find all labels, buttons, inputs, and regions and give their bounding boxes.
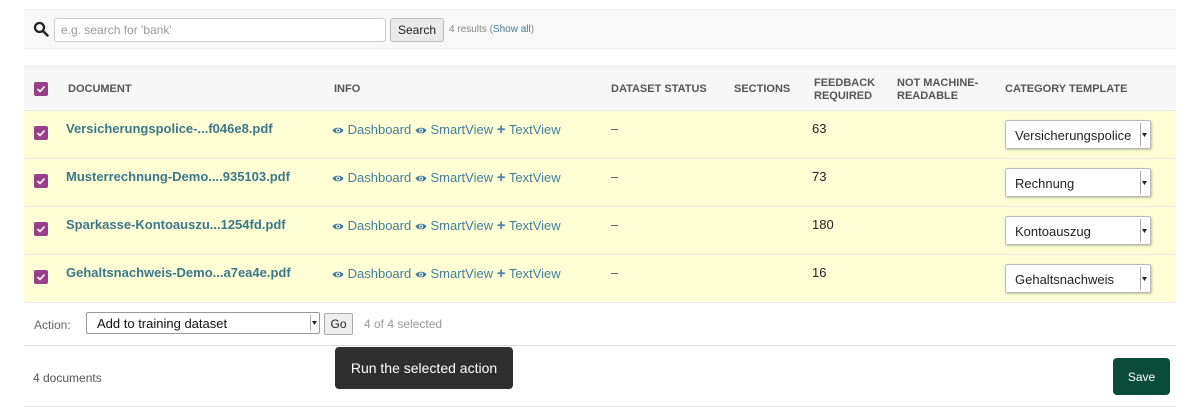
category-template-value: Kontoauszug — [1015, 224, 1091, 239]
row-checkbox[interactable] — [34, 270, 48, 284]
feedback-required-value: 63 — [812, 121, 827, 136]
action-bar: Action: Add to training dataset Go 4 of … — [24, 303, 1176, 345]
save-button[interactable]: Save — [1113, 358, 1170, 395]
category-template-select[interactable]: Versicherungspolice — [1005, 120, 1151, 149]
feedback-required-value: 73 — [812, 169, 827, 184]
row-checkbox[interactable] — [34, 126, 48, 140]
dataset-status: – — [611, 121, 619, 136]
dropdown-arrow-icon — [310, 315, 317, 331]
info-links: Dashboard SmartView + TextView — [332, 121, 561, 138]
dropdown-arrow-icon — [1140, 267, 1148, 290]
category-template-select[interactable]: Kontoauszug — [1005, 216, 1151, 245]
category-template-select[interactable]: Rechnung — [1005, 168, 1151, 197]
smartview-link[interactable]: SmartView — [430, 266, 493, 281]
select-all-checkbox[interactable] — [34, 82, 48, 96]
column-header-info[interactable]: Info — [334, 67, 360, 112]
dropdown-arrow-icon — [1140, 219, 1148, 242]
dashboard-link[interactable]: Dashboard — [348, 266, 412, 281]
eye-icon — [332, 122, 344, 137]
row-checkbox[interactable] — [34, 174, 48, 188]
textview-link[interactable]: TextView — [509, 122, 561, 137]
checkbox-checked-icon — [36, 273, 46, 281]
category-template-select[interactable]: Gehaltsnachweis — [1005, 264, 1151, 293]
column-header-not-machine-readable[interactable]: Not machine-readable — [897, 67, 987, 112]
plus-icon: + — [496, 217, 506, 234]
textview-link[interactable]: TextView — [509, 170, 561, 185]
dataset-status: – — [611, 265, 619, 280]
footer-bar: 4 documents Save — [24, 345, 1176, 407]
feedback-required-value: 16 — [812, 265, 827, 280]
dashboard-link[interactable]: Dashboard — [348, 170, 412, 185]
textview-link[interactable]: TextView — [509, 218, 561, 233]
info-links: Dashboard SmartView + TextView — [332, 217, 561, 234]
eye-icon — [415, 170, 427, 185]
show-all-link[interactable]: Show all — [493, 24, 531, 35]
eye-icon — [332, 266, 344, 281]
dropdown-arrow-icon — [1140, 123, 1148, 146]
checkbox-checked-icon — [36, 177, 46, 185]
table-row: Gehaltsnachweis-Demo...a7ea4e.pdf Dashbo… — [24, 255, 1176, 303]
action-select-value: Add to training dataset — [97, 316, 228, 331]
eye-icon — [332, 170, 344, 185]
row-checkbox[interactable] — [34, 222, 48, 236]
smartview-link[interactable]: SmartView — [430, 122, 493, 137]
table-row: Sparkasse-Kontoauszu...1254fd.pdf Dashbo… — [24, 207, 1176, 255]
search-toolbar: Search 4 results (Show all) — [24, 9, 1176, 49]
table-row: Versicherungspolice-...f046e8.pdf Dashbo… — [24, 111, 1176, 159]
info-links: Dashboard SmartView + TextView — [332, 265, 561, 282]
info-links: Dashboard SmartView + TextView — [332, 169, 561, 186]
document-link[interactable]: Gehaltsnachweis-Demo...a7ea4e.pdf — [66, 265, 291, 280]
smartview-link[interactable]: SmartView — [430, 218, 493, 233]
document-link[interactable]: Versicherungspolice-...f046e8.pdf — [66, 121, 273, 136]
document-count: 4 documents — [33, 371, 102, 385]
table-header: Document Info Dataset status Sections Fe… — [24, 66, 1176, 111]
plus-icon: + — [496, 121, 506, 138]
checkbox-checked-icon — [36, 225, 46, 233]
column-header-document[interactable]: Document — [68, 67, 132, 112]
column-header-feedback-required[interactable]: Feedback required — [814, 67, 884, 112]
plus-icon: + — [496, 265, 506, 282]
action-label: Action: — [34, 318, 71, 332]
checkbox-checked-icon — [36, 85, 46, 93]
eye-icon — [415, 122, 427, 137]
dashboard-link[interactable]: Dashboard — [348, 122, 412, 137]
textview-link[interactable]: TextView — [509, 266, 561, 281]
category-template-value: Versicherungspolice — [1015, 128, 1132, 143]
column-header-sections[interactable]: Sections — [734, 67, 790, 112]
document-link[interactable]: Sparkasse-Kontoauszu...1254fd.pdf — [66, 217, 286, 232]
dashboard-link[interactable]: Dashboard — [348, 218, 412, 233]
category-template-value: Gehaltsnachweis — [1015, 272, 1114, 287]
search-icon — [33, 21, 49, 37]
action-tooltip: Run the selected action — [335, 347, 513, 389]
eye-icon — [415, 266, 427, 281]
column-header-category-template[interactable]: Category template — [1005, 67, 1127, 112]
eye-icon — [332, 218, 344, 233]
dataset-status: – — [611, 217, 619, 232]
smartview-link[interactable]: SmartView — [430, 170, 493, 185]
plus-icon: + — [496, 169, 506, 186]
dataset-status: – — [611, 169, 619, 184]
category-template-value: Rechnung — [1015, 176, 1075, 191]
column-header-dataset-status[interactable]: Dataset status — [611, 67, 707, 112]
feedback-required-value: 180 — [812, 217, 834, 232]
table-row: Musterrechnung-Demo....935103.pdf Dashbo… — [24, 159, 1176, 207]
selected-count: 4 of 4 selected — [364, 317, 443, 331]
search-input[interactable] — [54, 18, 386, 42]
document-link[interactable]: Musterrechnung-Demo....935103.pdf — [66, 169, 290, 184]
action-select[interactable]: Add to training dataset — [86, 312, 320, 334]
result-count: 4 results (Show all) — [449, 24, 535, 35]
eye-icon — [415, 218, 427, 233]
documents-table: Document Info Dataset status Sections Fe… — [24, 66, 1176, 303]
go-button[interactable]: Go — [324, 313, 353, 335]
search-button[interactable]: Search — [390, 18, 444, 42]
checkbox-checked-icon — [36, 129, 46, 137]
dropdown-arrow-icon — [1140, 171, 1148, 194]
